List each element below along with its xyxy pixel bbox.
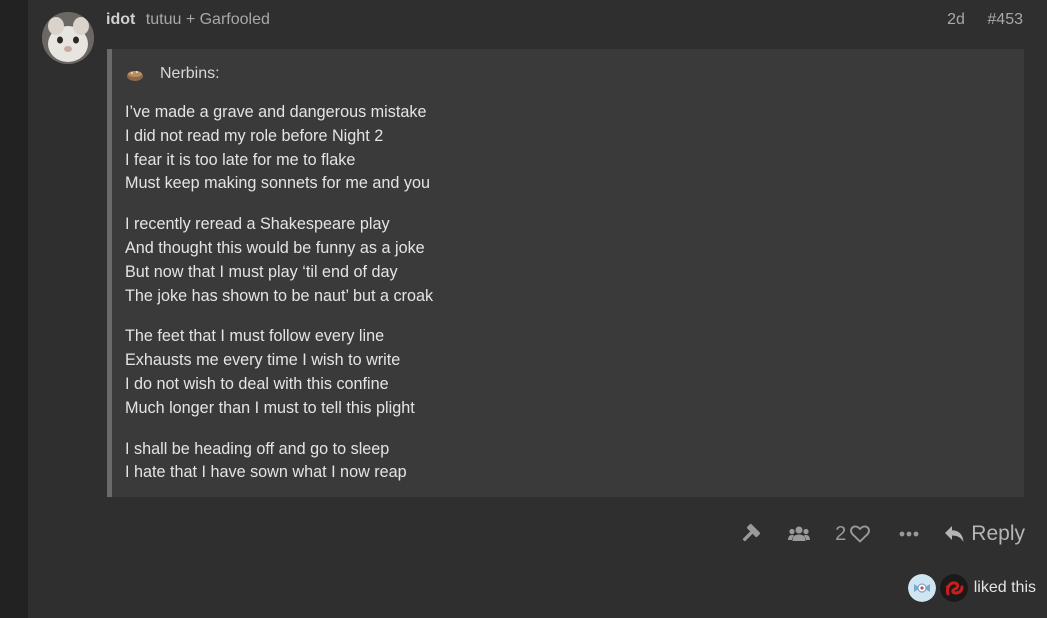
- heart-icon: [850, 525, 871, 543]
- poem-line: The joke has shown to be naut’ but a cro…: [125, 286, 434, 305]
- admin-button[interactable]: [733, 518, 767, 550]
- liker-avatar[interactable]: [939, 574, 968, 602]
- poem-line: I hate that I have sown what I now reap: [125, 463, 407, 482]
- quote-header[interactable]: Nerbins:: [125, 64, 220, 84]
- stanza: I shall be heading off and go to sleep I…: [125, 438, 433, 486]
- more-button[interactable]: [892, 518, 926, 550]
- stanza: The feet that I must follow every line E…: [125, 325, 433, 420]
- liked-this-label: liked this: [973, 579, 1036, 596]
- quote-block: Nerbins: I’ve made a grave and dangerous…: [107, 49, 1024, 497]
- page: idot tutuu + Garfooled 2d #453 Nerbins: …: [0, 0, 1047, 618]
- like-button[interactable]: 2: [835, 518, 871, 550]
- post-meta: 2d #453: [947, 11, 1023, 29]
- quote-avatar: [125, 64, 145, 84]
- post-number[interactable]: #453: [987, 11, 1023, 28]
- poem-line: Exhausts me every time I wish to write: [125, 351, 401, 370]
- more-icon: [899, 531, 919, 537]
- poem-line: I shall be heading off and go to sleep: [125, 439, 390, 458]
- author-subtitle: tutuu + Garfooled: [145, 11, 270, 28]
- hammer-icon: [739, 523, 761, 545]
- liker-avatar[interactable]: [907, 574, 936, 602]
- post-age[interactable]: 2d: [947, 11, 965, 28]
- poem-line: Much longer than I must to tell this pli…: [125, 398, 415, 417]
- users-icon: [788, 525, 811, 543]
- reply-button[interactable]: Reply: [944, 518, 1025, 550]
- likers-row: liked this: [907, 574, 1036, 602]
- reply-label: Reply: [971, 522, 1025, 545]
- poem-line: I do not wish to deal with this confine: [125, 374, 389, 393]
- poem-line: I recently reread a Shakespeare play: [125, 215, 390, 234]
- author-avatar[interactable]: [42, 12, 94, 64]
- poem-line: I’ve made a grave and dangerous mistake: [125, 103, 427, 121]
- stanza: I’ve made a grave and dangerous mistake …: [125, 101, 433, 196]
- like-count: 2: [835, 522, 847, 545]
- group-button[interactable]: [782, 518, 816, 550]
- post-names: idot tutuu + Garfooled: [106, 11, 270, 29]
- quote-author: Nerbins:: [160, 65, 220, 82]
- reply-icon: [944, 525, 965, 543]
- post-actions: 2 Reply: [733, 518, 1025, 550]
- poem-line: Must keep making sonnets for me and you: [125, 174, 431, 193]
- poem-line: I fear it is too late for me to flake: [125, 150, 356, 169]
- author-username[interactable]: idot: [106, 11, 135, 28]
- quote-body: I’ve made a grave and dangerous mistake …: [125, 101, 433, 502]
- poem-line: And thought this would be funny as a jok…: [125, 238, 425, 257]
- stanza: I recently reread a Shakespeare play And…: [125, 213, 433, 308]
- poem-line: The feet that I must follow every line: [125, 327, 385, 346]
- poem-line: I did not read my role before Night 2: [125, 126, 384, 145]
- poem-line: But now that I must play ‘til end of day: [125, 262, 398, 281]
